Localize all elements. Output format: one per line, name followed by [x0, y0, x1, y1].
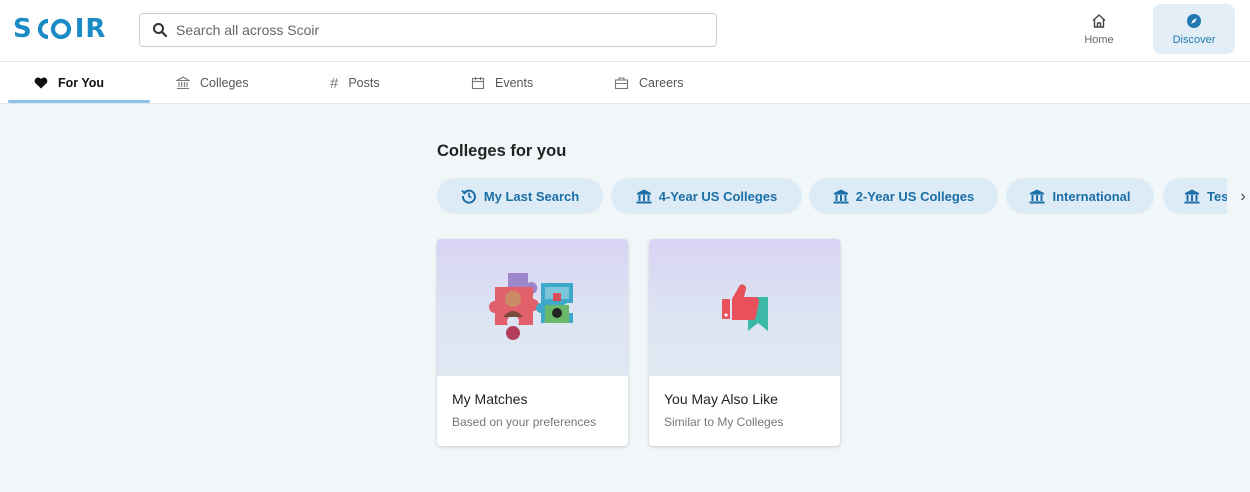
history-icon	[461, 188, 477, 204]
tab-posts[interactable]: # Posts	[330, 62, 380, 104]
puzzle-icon	[473, 265, 593, 350]
chip-label: 2-Year US Colleges	[855, 188, 975, 204]
college-icon	[1184, 189, 1200, 204]
tab-label: For You	[58, 76, 105, 90]
card-title: You May Also Like	[664, 391, 778, 407]
logo-mark-icon	[34, 18, 74, 40]
tab-label: Posts	[348, 76, 380, 90]
card-subtitle: Similar to My Colleges	[664, 415, 784, 429]
college-icon	[1029, 189, 1045, 204]
compass-icon	[1186, 13, 1202, 29]
thumbs-up-icon	[710, 275, 780, 340]
tab-for-you[interactable]: For You	[34, 62, 104, 104]
search-box[interactable]	[139, 13, 717, 47]
college-icon	[176, 76, 190, 90]
tab-bar: For You Colleges # Posts Events Careers	[0, 62, 1250, 104]
heart-icon	[34, 77, 48, 89]
active-tab-indicator	[8, 100, 150, 103]
home-icon	[1091, 13, 1107, 29]
card-my-matches[interactable]: My Matches Based on your preferences	[437, 239, 628, 446]
nav-home-button[interactable]: Home	[1058, 4, 1140, 54]
nav-discover-label: Discover	[1172, 33, 1216, 46]
briefcase-icon	[614, 76, 629, 90]
app-header: S IR Home Discover	[0, 0, 1250, 62]
chip-label: 4-Year US Colleges	[658, 188, 778, 204]
card-title: My Matches	[452, 391, 528, 407]
college-icon	[636, 189, 652, 204]
tab-label: Colleges	[200, 76, 249, 90]
tab-label: Events	[495, 76, 534, 90]
scoir-logo[interactable]: S IR	[13, 14, 106, 44]
card-art	[437, 239, 628, 376]
college-filter-chips: My Last Search 4-Year US Colleges 2-Year…	[437, 178, 1227, 214]
calendar-icon	[471, 76, 485, 90]
tab-careers[interactable]: Careers	[614, 62, 683, 104]
search-icon	[152, 22, 168, 38]
chip-label: Test Optional	[1207, 188, 1227, 204]
chip-test-optional[interactable]: Test Optional	[1163, 178, 1227, 214]
chip-4-year-us-colleges[interactable]: 4-Year US Colleges	[611, 178, 802, 214]
hash-icon: #	[330, 74, 339, 92]
card-subtitle: Based on your preferences	[452, 415, 597, 429]
tab-label: Careers	[639, 76, 684, 90]
college-icon	[833, 189, 849, 204]
card-art	[649, 239, 840, 376]
section-title: Colleges for you	[437, 142, 567, 160]
chip-international[interactable]: International	[1006, 178, 1154, 214]
chip-2-year-us-colleges[interactable]: 2-Year US Colleges	[809, 178, 998, 214]
chip-label: International	[1052, 188, 1131, 204]
search-input[interactable]	[176, 22, 696, 38]
nav-discover-button[interactable]: Discover	[1153, 4, 1235, 54]
tab-events[interactable]: Events	[471, 62, 533, 104]
chevron-right-icon[interactable]: ›	[1236, 186, 1250, 208]
nav-home-label: Home	[1084, 33, 1114, 46]
chip-label: My Last Search	[483, 188, 580, 204]
card-you-may-also-like[interactable]: You May Also Like Similar to My Colleges	[649, 239, 840, 446]
tab-colleges[interactable]: Colleges	[176, 62, 249, 104]
chip-my-last-search[interactable]: My Last Search	[437, 178, 603, 214]
